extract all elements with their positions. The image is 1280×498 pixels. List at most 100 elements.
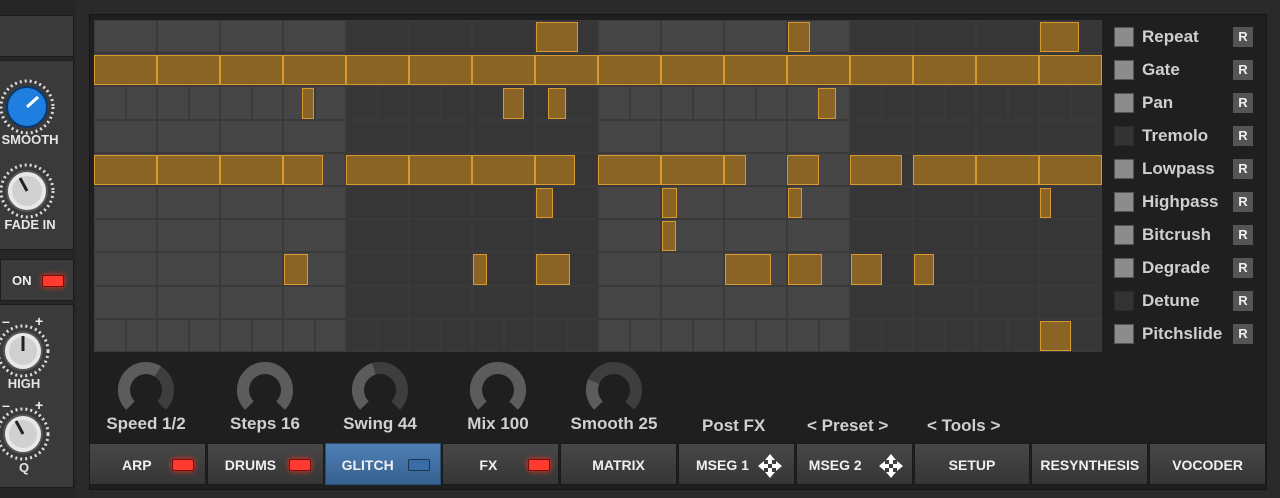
active-step-block[interactable] [472,55,535,86]
grid-cell[interactable] [251,86,283,120]
active-step-block[interactable] [788,188,802,219]
lane-random-button[interactable]: R [1233,225,1253,245]
grid-cell[interactable] [976,219,1039,253]
active-step-block[interactable] [1039,55,1102,86]
active-step-block[interactable] [851,254,882,285]
grid-cell[interactable] [661,119,724,153]
grid-cell[interactable] [661,20,724,54]
grid-cell[interactable] [755,86,787,120]
tab-arp[interactable]: ARP [89,443,206,485]
active-step-block[interactable] [1040,22,1079,53]
grid-cell[interactable] [1039,86,1071,120]
grid-cell[interactable] [818,318,850,352]
tab-mseg-2[interactable]: MSEG 2 [795,443,913,485]
grid-cell[interactable] [472,186,535,220]
lane-random-button[interactable]: R [1233,159,1253,179]
grid-cell[interactable] [850,318,882,352]
grid-cell[interactable] [535,119,598,153]
grid-cell[interactable] [692,318,724,352]
active-step-block[interactable] [346,154,409,185]
grid-cell[interactable] [566,318,598,352]
grid-cell[interactable] [346,285,409,319]
active-step-block[interactable] [284,254,308,285]
grid-cell[interactable] [976,252,1039,286]
lane-random-button[interactable]: R [1233,192,1253,212]
grid-cell[interactable] [220,20,283,54]
grid-cell[interactable] [944,318,976,352]
grid-cell[interactable] [377,318,409,352]
active-step-block[interactable] [536,254,570,285]
grid-cell[interactable] [850,285,913,319]
active-step-block[interactable] [662,188,677,219]
active-step-block[interactable] [157,154,220,185]
grid-cell[interactable] [787,285,850,319]
grid-cell[interactable] [598,219,661,253]
grid-cell[interactable] [409,86,441,120]
grid-cell[interactable] [598,285,661,319]
grid-cell[interactable] [598,252,661,286]
grid-cell[interactable] [157,186,220,220]
grid-cell[interactable] [850,186,913,220]
param-knob-arc[interactable] [584,360,644,414]
grid-cell[interactable] [220,219,283,253]
grid-cell[interactable] [409,186,472,220]
grid-cell[interactable] [535,285,598,319]
grid-cell[interactable] [1070,86,1102,120]
active-step-block[interactable] [548,88,566,119]
grid-cell[interactable] [409,219,472,253]
lane-random-button[interactable]: R [1233,27,1253,47]
grid-cell[interactable] [346,86,378,120]
grid-cell[interactable] [535,219,598,253]
grid-cell[interactable] [629,318,661,352]
grid-cell[interactable] [976,20,1039,54]
grid-cell[interactable] [283,119,346,153]
grid-cell[interactable] [598,86,630,120]
grid-cell[interactable] [94,186,157,220]
grid-cell[interactable] [440,318,472,352]
lane-random-button[interactable]: R [1233,324,1253,344]
tab-setup[interactable]: SETUP [913,443,1031,485]
grid-cell[interactable] [598,186,661,220]
active-step-block[interactable] [283,154,323,185]
grid-cell[interactable] [94,86,126,120]
grid-cell[interactable] [94,318,126,352]
grid-cell[interactable] [283,318,315,352]
param-knob-arc[interactable] [350,360,410,414]
grid-cell[interactable] [976,186,1039,220]
grid-cell[interactable] [850,20,913,54]
grid-cell[interactable] [913,20,976,54]
active-step-block[interactable] [473,254,487,285]
active-step-block[interactable] [913,55,976,86]
active-step-block[interactable] [598,154,661,185]
grid-cell[interactable] [220,119,283,153]
grid-cell[interactable] [787,219,850,253]
active-step-block[interactable] [535,55,598,86]
grid-cell[interactable] [913,219,976,253]
grid-cell[interactable] [188,318,220,352]
grid-cell[interactable] [220,252,283,286]
grid-cell[interactable] [598,119,661,153]
grid-cell[interactable] [220,86,252,120]
tools-selector[interactable]: < Tools > [927,416,1000,436]
move-icon[interactable] [757,453,783,479]
grid-cell[interactable] [125,86,157,120]
active-step-block[interactable] [503,88,524,119]
lane-enable-toggle[interactable] [1114,324,1134,344]
grid-cell[interactable] [661,252,724,286]
grid-cell[interactable] [409,285,472,319]
active-step-block[interactable] [472,154,535,185]
param-knob-3[interactable]: Mix 100 [438,360,558,434]
active-step-block[interactable] [976,55,1039,86]
grid-cell[interactable] [472,318,504,352]
lane-enable-toggle[interactable] [1114,60,1134,80]
lane-enable-toggle[interactable] [1114,258,1134,278]
preset-selector[interactable]: < Preset > [807,416,888,436]
tab-drums[interactable]: DRUMS [206,443,324,485]
grid-cell[interactable] [94,285,157,319]
active-step-block[interactable] [913,154,976,185]
grid-cell[interactable] [724,318,756,352]
grid-cell[interactable] [94,119,157,153]
grid-cell[interactable] [1070,318,1102,352]
grid-cell[interactable] [976,119,1039,153]
grid-cell[interactable] [220,186,283,220]
